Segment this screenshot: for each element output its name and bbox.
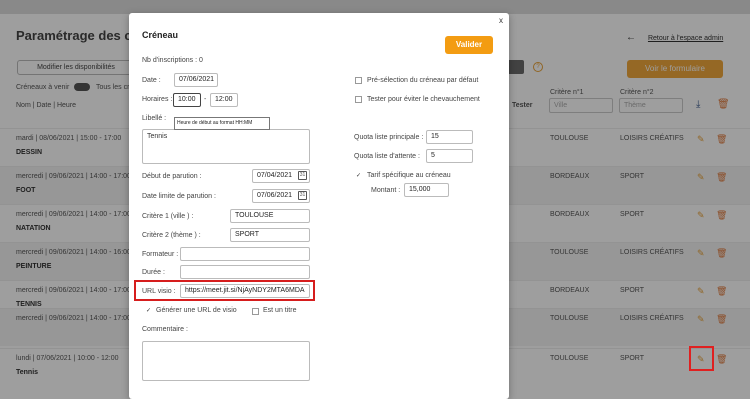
quota-principale-label: Quota liste principale : xyxy=(354,134,424,141)
commentaire-label: Commentaire : xyxy=(142,326,188,333)
limite-parution-value: 07/06/2021 xyxy=(257,192,293,199)
validate-button[interactable]: Valider xyxy=(445,36,493,54)
horaires-label: Horaires : xyxy=(142,96,173,103)
creneau-modal: x Créneau Valider Nb d'inscriptions : 0 … xyxy=(129,13,509,399)
tarif-checkbox[interactable]: ✓ xyxy=(355,173,362,180)
limite-parution-input[interactable]: 07/06/2021 31 xyxy=(252,189,310,203)
libelle-textarea[interactable]: Tennis xyxy=(142,129,310,164)
debut-parution-value: 07/04/2021 xyxy=(257,172,293,179)
quota-principale-input[interactable]: 15 xyxy=(426,130,473,144)
debut-parution-label: Début de parution : xyxy=(142,173,202,180)
modal-title: Créneau xyxy=(142,30,179,40)
date-label: Date : xyxy=(142,77,161,84)
preselection-label: Pré-sélection du créneau par défaut xyxy=(367,77,479,84)
critere2-input[interactable]: SPORT xyxy=(230,228,310,242)
calendar-icon[interactable]: 31 xyxy=(298,191,307,200)
date-input[interactable]: 07/06/2021 xyxy=(174,73,218,87)
quota-attente-input[interactable]: 5 xyxy=(426,149,473,163)
end-time-input[interactable]: 12:00 xyxy=(210,93,238,107)
title-checkbox[interactable] xyxy=(252,308,259,315)
preselection-checkbox[interactable] xyxy=(355,77,362,84)
nb-inscriptions: Nb d'inscriptions : 0 xyxy=(142,57,203,64)
tester-checkbox[interactable] xyxy=(355,96,362,103)
generate-url-label: Générer une URL de visio xyxy=(156,307,237,314)
critere1-label: Critère 1 (ville ) : xyxy=(142,213,194,220)
formateur-label: Formateur : xyxy=(142,251,179,258)
quota-attente-label: Quota liste d'attente : xyxy=(354,153,420,160)
limite-parution-label: Date limite de parution : xyxy=(142,193,216,200)
url-visio-highlight xyxy=(134,280,315,301)
start-time-input[interactable]: 10:00 xyxy=(173,93,201,107)
critere2-label: Critère 2 (thème ) : xyxy=(142,232,201,239)
calendar-icon[interactable]: 31 xyxy=(298,171,307,180)
critere1-input[interactable]: TOULOUSE xyxy=(230,209,310,223)
commentaire-textarea[interactable] xyxy=(142,341,310,381)
tarif-label: Tarif spécifique au créneau xyxy=(367,172,451,179)
tester-label: Tester pour éviter le chevauchement xyxy=(367,96,480,103)
montant-input[interactable]: 15,000 xyxy=(404,183,449,197)
highlight-edit-box xyxy=(689,346,714,371)
montant-label: Montant : xyxy=(371,187,401,194)
title-checkbox-label: Est un titre xyxy=(263,307,297,314)
libelle-label: Libellé : xyxy=(142,115,167,122)
formateur-input[interactable] xyxy=(180,247,310,261)
duree-input[interactable] xyxy=(180,265,310,279)
debut-parution-input[interactable]: 07/04/2021 31 xyxy=(252,169,310,183)
close-icon[interactable]: x xyxy=(499,16,503,25)
generate-url-checkbox[interactable]: ✓ xyxy=(145,308,152,315)
time-separator: - xyxy=(204,96,207,103)
time-format-tooltip: Heure de début au format HH:MM xyxy=(174,117,270,130)
duree-label: Durée : xyxy=(142,269,165,276)
